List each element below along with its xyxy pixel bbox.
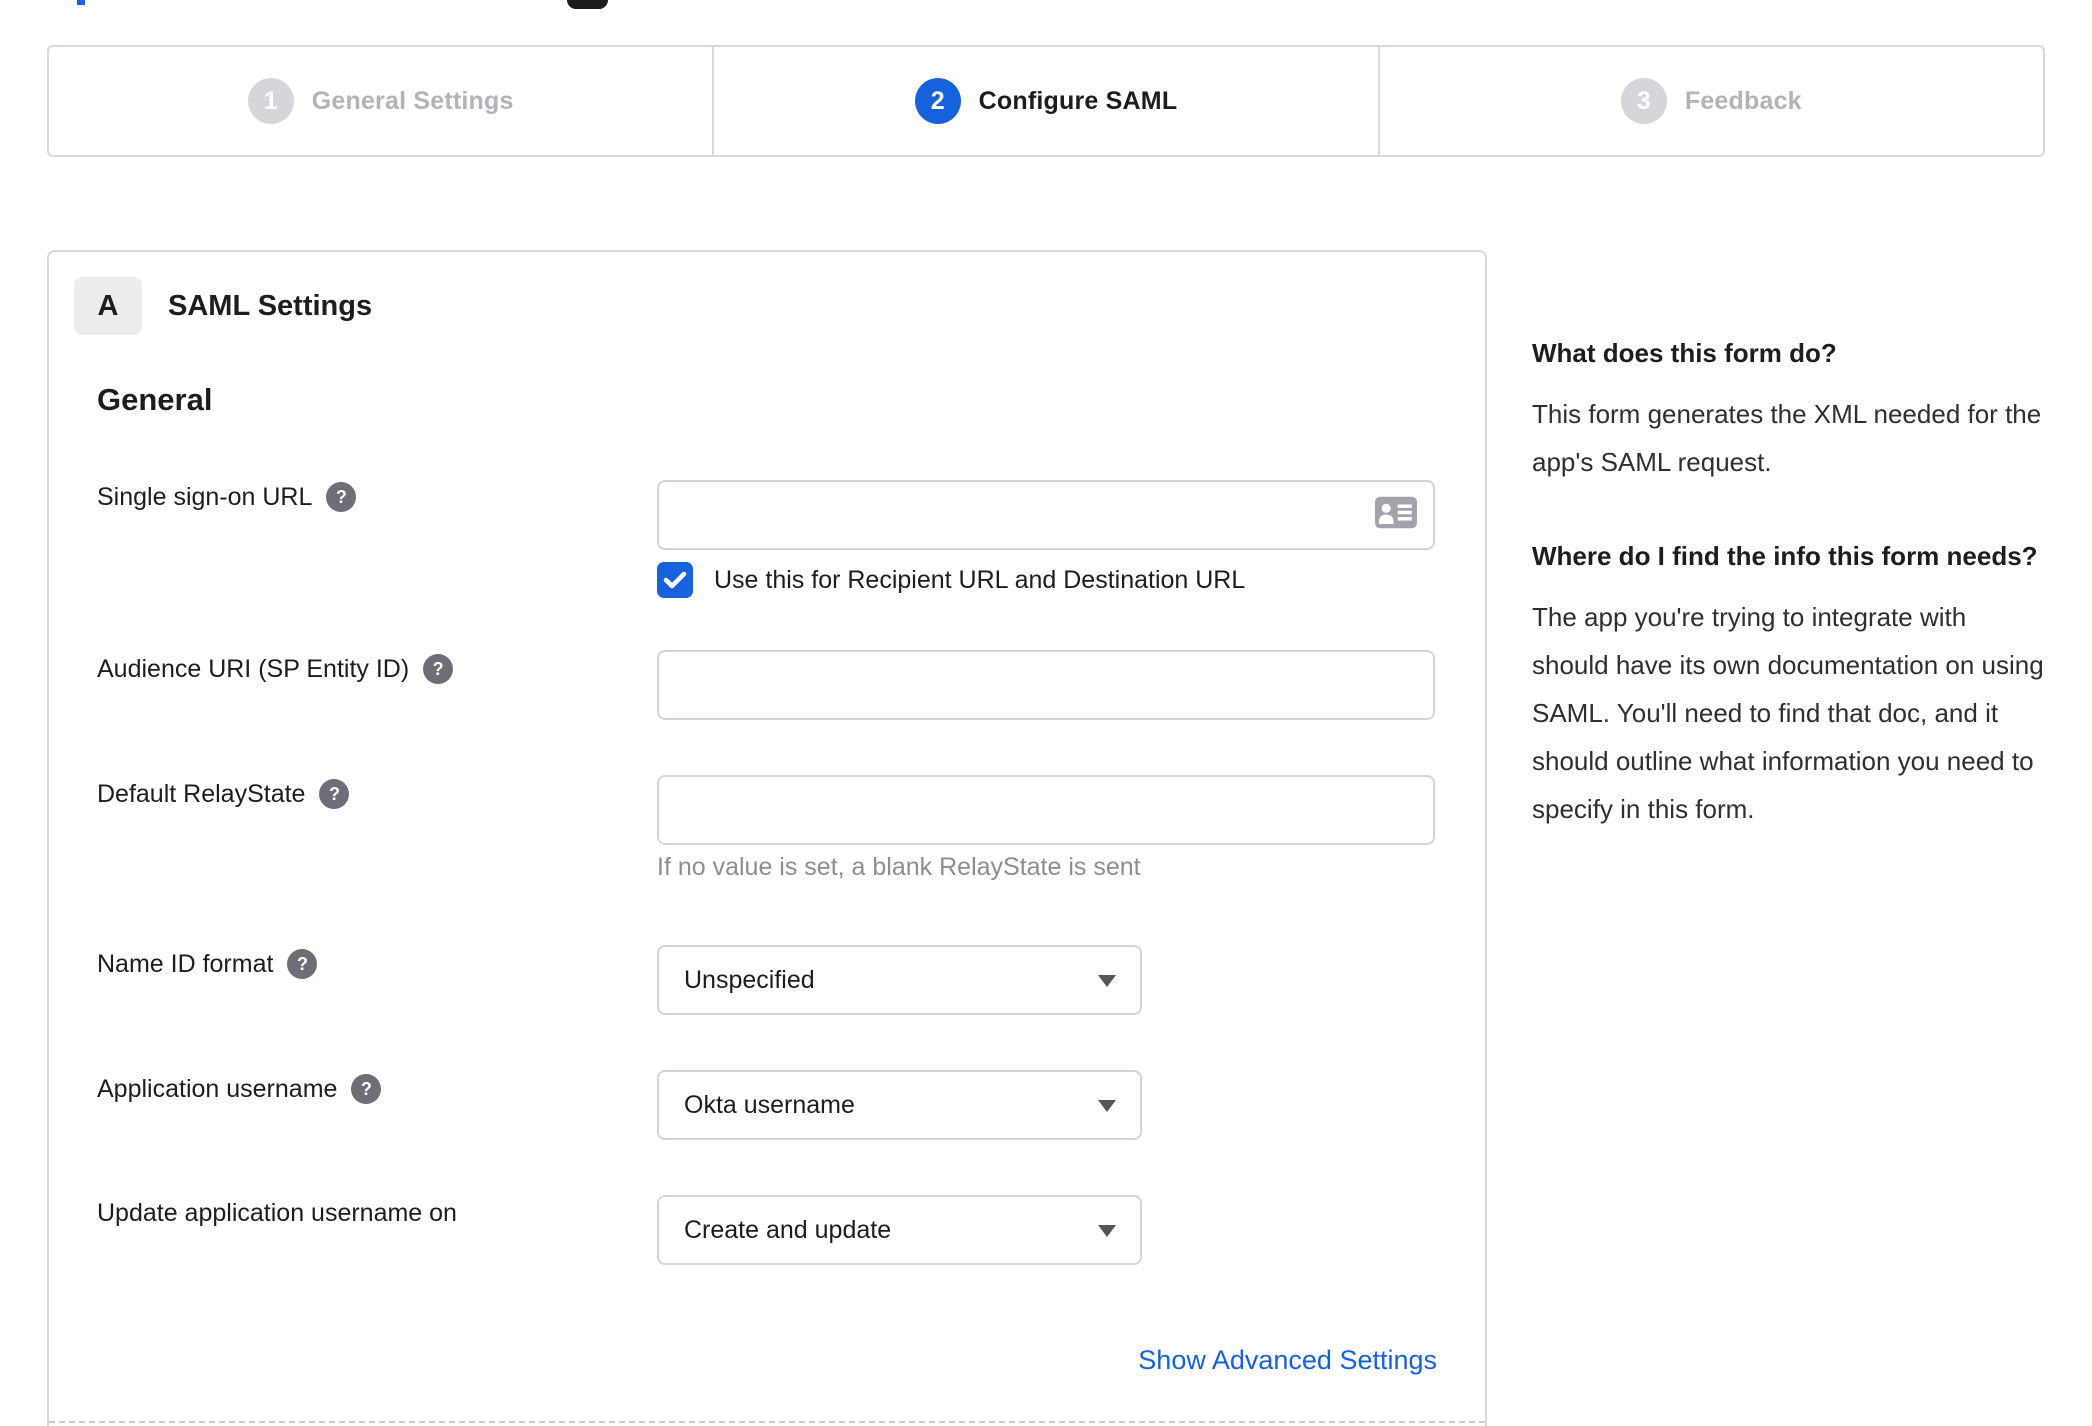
audience-uri-input[interactable]: [657, 650, 1435, 720]
application-username-label: Application username ?: [97, 1074, 382, 1104]
audience-uri-label: Audience URI (SP Entity ID) ?: [97, 654, 454, 684]
sso-url-label: Single sign-on URL ?: [97, 482, 357, 512]
update-app-username-select[interactable]: Create and update: [657, 1195, 1142, 1265]
relay-state-input[interactable]: [657, 775, 1435, 845]
step-label: Configure SAML: [978, 86, 1178, 115]
sidebar-heading-where: Where do I find the info this form needs…: [1532, 541, 2038, 571]
update-app-username-label: Update application username on: [97, 1199, 457, 1227]
dashed-divider: [49, 1421, 1485, 1423]
chevron-down-icon: [1098, 1100, 1116, 1112]
help-icon[interactable]: ?: [351, 1074, 382, 1104]
help-icon[interactable]: ?: [326, 482, 357, 512]
application-username-select[interactable]: Okta username: [657, 1070, 1142, 1140]
step-number-badge: 2: [914, 78, 961, 124]
relay-state-hint: If no value is set, a blank RelayState i…: [657, 853, 1141, 881]
checkmark-icon: [663, 571, 687, 589]
help-sidebar: What does this form do? This form genera…: [1532, 328, 2048, 878]
show-advanced-settings-link[interactable]: Show Advanced Settings: [657, 1345, 1437, 1376]
help-icon[interactable]: ?: [319, 779, 350, 809]
general-group-heading: General: [97, 382, 213, 417]
chevron-down-icon: [1098, 975, 1116, 987]
sidebar-body-where: The app you're trying to integrate with …: [1532, 602, 2044, 824]
step-number-badge: 3: [1620, 78, 1667, 124]
contact-card-icon: [1375, 496, 1417, 534]
step-general-settings[interactable]: 1 General Settings: [49, 47, 712, 155]
sso-url-input[interactable]: [657, 480, 1435, 550]
section-letter-badge: A: [74, 277, 142, 335]
saml-settings-panel: A SAML Settings General Single sign-on U…: [47, 250, 1487, 1426]
wizard-stepper: 1 General Settings 2 Configure SAML 3 Fe…: [47, 45, 2045, 157]
sidebar-heading-what: What does this form do?: [1532, 338, 1837, 368]
section-title: SAML Settings: [168, 289, 373, 322]
chevron-down-icon: [1098, 1225, 1116, 1237]
cutoff-dark-element: [567, 0, 608, 9]
step-configure-saml[interactable]: 2 Configure SAML: [712, 47, 1377, 155]
step-label: Feedback: [1684, 86, 1802, 115]
cutoff-blue-element: [77, 0, 85, 5]
name-id-format-label: Name ID format ?: [97, 949, 318, 979]
help-icon[interactable]: ?: [287, 949, 318, 979]
step-label: General Settings: [311, 86, 514, 115]
step-feedback[interactable]: 3 Feedback: [1377, 47, 2043, 155]
relay-state-label: Default RelayState ?: [97, 779, 350, 809]
section-header: A SAML Settings: [74, 277, 372, 335]
sidebar-body-what: This form generates the XML needed for t…: [1532, 399, 2042, 477]
step-number-badge: 1: [247, 78, 294, 124]
recipient-url-checkbox[interactable]: [657, 562, 693, 598]
help-icon[interactable]: ?: [423, 654, 454, 684]
name-id-format-select[interactable]: Unspecified: [657, 945, 1142, 1015]
recipient-url-checkbox-label[interactable]: Use this for Recipient URL and Destinati…: [714, 562, 1245, 598]
